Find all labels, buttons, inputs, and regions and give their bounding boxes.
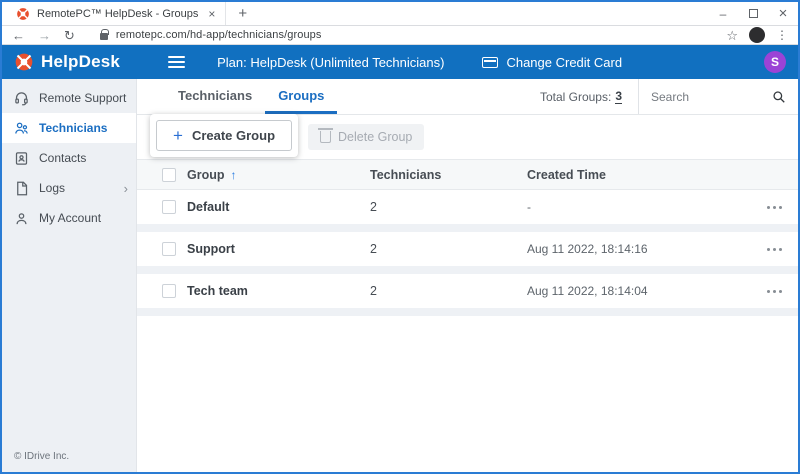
select-all-checkbox[interactable] [162, 168, 176, 182]
empty-area [137, 316, 798, 472]
tab-technicians[interactable]: Technicians [165, 79, 265, 114]
created-time: Aug 11 2022, 18:14:16 [527, 242, 753, 256]
maximize-button[interactable] [738, 2, 768, 25]
technicians-icon [14, 121, 29, 136]
browser-window: RemotePC™ HelpDesk - Groups × + – × ← → … [0, 0, 800, 474]
table-row[interactable]: Default 2 - [137, 190, 798, 224]
create-group-button[interactable]: + Create Group [156, 120, 292, 151]
search-input[interactable] [651, 90, 772, 104]
tab-close-icon[interactable]: × [208, 8, 215, 20]
created-time: Aug 11 2022, 18:14:04 [527, 284, 753, 298]
row-more-options-icon[interactable] [767, 206, 798, 209]
sidebar-item-label: Remote Support [39, 91, 126, 105]
plan-label: Plan: HelpDesk (Unlimited Technicians) [217, 55, 444, 70]
column-header-created-time[interactable]: Created Time [527, 168, 753, 182]
maximize-icon [749, 9, 758, 18]
total-groups: Total Groups: 3 [540, 79, 638, 114]
table-row[interactable]: Tech team 2 Aug 11 2022, 18:14:04 [137, 274, 798, 308]
row-more-options-icon[interactable] [767, 290, 798, 293]
sidebar: Remote Support Technicians Contacts Logs [2, 79, 137, 472]
search-icon[interactable] [772, 90, 786, 104]
tab-groups[interactable]: Groups [265, 79, 337, 114]
row-checkbox[interactable] [162, 284, 176, 298]
browser-menu-icon[interactable]: ⋮ [776, 29, 788, 41]
sidebar-item-logs[interactable]: Logs › [2, 173, 136, 203]
row-checkbox[interactable] [162, 200, 176, 214]
technician-count: 2 [370, 200, 527, 214]
forward-icon[interactable]: → [38, 29, 51, 42]
site-favicon-icon [16, 7, 30, 21]
hamburger-menu-icon[interactable] [168, 56, 185, 68]
delete-group-button[interactable]: Delete Group [308, 124, 424, 150]
group-name: Tech team [187, 284, 370, 298]
groups-toolbar: + Create Group Delete Group [137, 115, 798, 159]
sidebar-item-my-account[interactable]: My Account [2, 203, 136, 233]
user-avatar[interactable]: S [764, 51, 786, 73]
change-credit-card-button[interactable]: Change Credit Card [482, 55, 622, 70]
bookmark-star-icon[interactable]: ☆ [726, 29, 738, 42]
row-separator [137, 308, 798, 316]
row-separator [137, 224, 798, 232]
sidebar-item-label: Contacts [39, 151, 86, 165]
row-separator [137, 266, 798, 274]
sidebar-item-remote-support[interactable]: Remote Support [2, 83, 136, 113]
total-groups-value: 3 [615, 89, 622, 104]
app-logo: HelpDesk [14, 52, 120, 72]
sidebar-item-label: Logs [39, 181, 65, 195]
created-time: - [527, 200, 753, 214]
new-tab-button[interactable]: + [226, 5, 259, 22]
column-header-group[interactable]: Group ↑ [187, 168, 370, 182]
account-icon [14, 211, 29, 226]
browser-tab-strip: RemotePC™ HelpDesk - Groups × + – × [2, 2, 798, 26]
table-row[interactable]: Support 2 Aug 11 2022, 18:14:16 [137, 232, 798, 266]
helpdesk-logo-icon [14, 52, 34, 72]
lock-icon[interactable] [100, 33, 108, 40]
content-area: Technicians Groups Total Groups: 3 [137, 79, 798, 472]
headset-icon [14, 91, 29, 106]
minimize-button[interactable]: – [708, 2, 738, 25]
sort-asc-icon: ↑ [231, 168, 237, 182]
column-header-technicians[interactable]: Technicians [370, 168, 527, 182]
technician-count: 2 [370, 284, 527, 298]
browser-profile-avatar[interactable] [749, 27, 765, 43]
search-box [638, 79, 798, 114]
group-name: Default [187, 200, 370, 214]
logs-icon [14, 181, 29, 196]
copyright-text: © IDrive Inc. [2, 441, 136, 472]
app-header: HelpDesk Plan: HelpDesk (Unlimited Techn… [2, 45, 798, 79]
app-name: HelpDesk [41, 52, 120, 72]
chevron-right-icon: › [124, 181, 128, 196]
group-name: Support [187, 242, 370, 256]
address-bar: ← → ↻ remotepc.com/hd-app/technicians/gr… [2, 26, 798, 45]
back-icon[interactable]: ← [12, 29, 25, 42]
credit-card-icon [482, 57, 498, 68]
sidebar-item-label: My Account [39, 211, 101, 225]
sidebar-item-label: Technicians [39, 121, 107, 135]
page-tabs: Technicians Groups Total Groups: 3 [137, 79, 798, 115]
table-header: Group ↑ Technicians Created Time [137, 159, 798, 190]
sidebar-item-technicians[interactable]: Technicians [2, 113, 136, 143]
url-text[interactable]: remotepc.com/hd-app/technicians/groups [116, 29, 322, 41]
plus-icon: + [173, 127, 183, 144]
trash-icon [320, 131, 331, 143]
total-groups-label: Total Groups: [540, 90, 611, 104]
create-group-highlight-card: + Create Group [150, 114, 298, 157]
row-checkbox[interactable] [162, 242, 176, 256]
tab-title: RemotePC™ HelpDesk - Groups [37, 8, 198, 20]
window-controls: – × [708, 2, 798, 25]
close-button[interactable]: × [768, 2, 798, 25]
contacts-icon [14, 151, 29, 166]
row-more-options-icon[interactable] [767, 248, 798, 251]
sidebar-item-contacts[interactable]: Contacts [2, 143, 136, 173]
technician-count: 2 [370, 242, 527, 256]
browser-tab[interactable]: RemotePC™ HelpDesk - Groups × [2, 2, 226, 25]
reload-icon[interactable]: ↻ [64, 29, 75, 42]
